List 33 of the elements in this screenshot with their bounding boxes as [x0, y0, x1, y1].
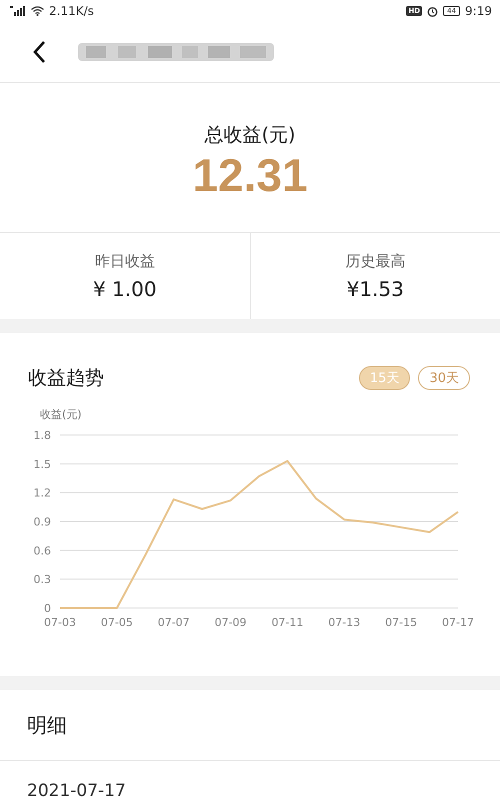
x-tick-label: 07-17 — [442, 616, 474, 629]
trend-title: 收益趋势 — [28, 366, 104, 391]
stat-label: 历史最高 — [345, 252, 406, 270]
details-title: 明细 — [0, 690, 500, 761]
total-earnings-label: 总收益(元) — [204, 122, 296, 148]
range-tab[interactable]: 30天 — [418, 366, 470, 390]
y-tick-label: 0.6 — [34, 544, 51, 558]
y-tick-label: 0 — [44, 602, 51, 615]
range-tab[interactable]: 15天 — [358, 366, 410, 390]
x-tick-label: 07-07 — [158, 616, 190, 629]
y-tick-label: 0.9 — [34, 516, 51, 528]
y-tick-label: 1.2 — [34, 486, 51, 500]
clock-time: 9:19 — [465, 4, 492, 18]
x-tick-label: 07-13 — [328, 616, 360, 629]
stat-value: ¥1.53 — [346, 276, 404, 300]
signal-icon — [10, 6, 26, 16]
x-tick-label: 07-09 — [214, 616, 247, 629]
back-icon[interactable] — [32, 40, 46, 64]
network-speed: 2.11K/s — [49, 4, 94, 18]
x-tick-label: 07-05 — [100, 616, 133, 629]
x-tick-label: 07-15 — [385, 616, 418, 629]
alarm-icon — [427, 6, 438, 16]
total-earnings-value: 12.31 — [192, 148, 308, 202]
stat-label: 昨日收益 — [94, 252, 155, 270]
y-tick-label: 0.3 — [34, 573, 51, 586]
x-tick-label: 07-11 — [271, 616, 304, 629]
wifi-icon — [31, 6, 44, 16]
detail-date: 2021-07-17 — [26, 780, 127, 800]
stat-value: ¥ 1.00 — [92, 276, 157, 300]
y-axis-title: 收益(元) — [40, 408, 82, 421]
x-tick-label: 07-03 — [44, 616, 76, 629]
y-tick-label: 1.8 — [34, 429, 51, 442]
y-tick-label: 1.5 — [34, 458, 51, 471]
